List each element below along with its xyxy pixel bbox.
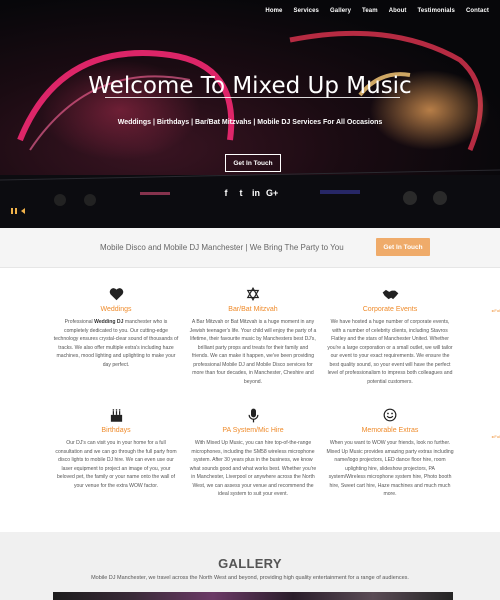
gallery-image-preview[interactable] <box>53 592 453 600</box>
nav-team[interactable]: Team <box>362 8 378 14</box>
nav-testimonials[interactable]: Testimonials <box>418 8 455 14</box>
callout-bar: Mobile Disco and Mobile DJ Manchester | … <box>0 228 500 268</box>
service-weddings: Weddings Professional Wedding DJ manches… <box>52 285 180 369</box>
service-description: Our DJ's can visit you in your home for … <box>55 440 177 489</box>
service-bar-bat-mitzvah: Bar/Bat Mitzvah A Bar Mitzvah or Bat Mit… <box>189 285 317 386</box>
service-title: PA System/Mic Hire <box>222 427 284 434</box>
nav-home[interactable]: Home <box>265 8 282 14</box>
service-title: Birthdays <box>101 427 131 434</box>
gallery-title: GALLERY <box>218 556 282 571</box>
facebook-icon[interactable]: f <box>221 188 231 198</box>
nav-services[interactable]: Services <box>294 8 320 14</box>
follow-tab[interactable]: ◂ Fol <box>491 308 500 313</box>
service-pa-system-mic-hire: PA System/Mic Hire With Mixed Up Music, … <box>189 406 317 499</box>
service-title: Corporate Events <box>362 306 418 313</box>
hero-get-in-touch-button[interactable]: Get In Touch <box>225 154 281 172</box>
service-description: With Mixed Up Music, you can hire top-of… <box>189 440 317 497</box>
linkedin-icon[interactable]: in <box>251 188 261 198</box>
service-corporate-events: Corporate Events We have hosted a huge n… <box>326 285 454 386</box>
follow-tab[interactable]: ◂ Fol <box>491 434 500 439</box>
nav-about[interactable]: About <box>389 8 407 14</box>
star-of-david-icon <box>189 285 317 303</box>
slider-controls <box>11 208 25 214</box>
hero-divider <box>105 97 400 98</box>
heart-icon <box>52 285 180 303</box>
social-links: f t in G+ <box>221 188 279 198</box>
hero-banner: Home Services Gallery Team About Testimo… <box>0 0 500 228</box>
hero-subtitle: Weddings | Birthdays | Bar/Bat Mitzvahs … <box>117 119 383 126</box>
gallery-section: GALLERY Mobile DJ Manchester, we travel … <box>0 532 500 600</box>
service-description: When you want to WOW your friends, look … <box>326 440 454 497</box>
pause-icon[interactable] <box>11 208 17 214</box>
service-description: Professional Wedding DJ manchester who i… <box>53 319 179 368</box>
google-plus-icon[interactable]: G+ <box>266 188 278 198</box>
twitter-icon[interactable]: t <box>236 188 246 198</box>
nav-gallery[interactable]: Gallery <box>330 8 351 14</box>
service-memorable-extras: Memorable Extras When you want to WOW yo… <box>326 406 454 499</box>
callout-get-in-touch-button[interactable]: Get In Touch <box>376 238 430 256</box>
service-description: We have hosted a huge number of corporat… <box>327 319 453 385</box>
nav-contact[interactable]: Contact <box>466 8 489 14</box>
microphone-icon <box>189 406 317 424</box>
service-birthdays: Birthdays Our DJ's can visit you in your… <box>52 406 180 490</box>
smiley-icon <box>326 406 454 424</box>
service-title: Bar/Bat Mitzvah <box>228 306 278 313</box>
main-nav: Home Services Gallery Team About Testimo… <box>265 8 500 14</box>
service-title: Memorable Extras <box>361 427 419 434</box>
service-title: Weddings <box>100 306 132 313</box>
handshake-icon <box>326 285 454 303</box>
previous-slide-icon[interactable] <box>21 208 25 214</box>
service-description: A Bar Mitzvah or Bat Mitzvah is a huge m… <box>189 319 317 385</box>
callout-text: Mobile Disco and Mobile DJ Manchester | … <box>100 243 344 252</box>
hero-title: Welcome To Mixed Up Music <box>88 73 412 99</box>
cake-icon <box>52 406 180 424</box>
gallery-description: Mobile DJ Manchester, we travel across t… <box>91 575 409 581</box>
